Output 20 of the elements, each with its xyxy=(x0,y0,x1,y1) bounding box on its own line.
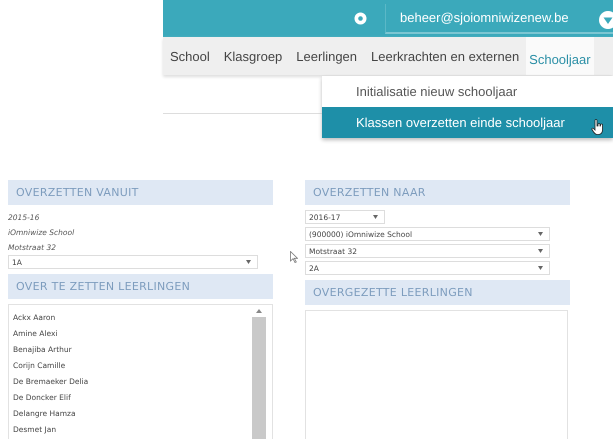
cursor-icon xyxy=(290,251,298,263)
section-header: OVERGEZETTE LEERLINGEN xyxy=(305,280,570,305)
scroll-up-icon[interactable] xyxy=(256,309,262,313)
settings-icon[interactable] xyxy=(354,12,367,25)
section-header: OVERZETTEN VANUIT xyxy=(8,180,273,205)
section-header: OVER TE ZETTEN LEERLINGEN xyxy=(8,274,273,299)
caret-icon xyxy=(538,249,543,253)
menu-item[interactable]: Klassen overzetten einde schooljaar xyxy=(322,107,613,138)
caret-icon xyxy=(246,260,251,264)
nav-tab[interactable]: Leerkrachten en externen xyxy=(364,37,526,75)
caret-icon xyxy=(538,266,543,270)
hand-cursor-icon xyxy=(591,119,604,135)
nav-tab[interactable]: Leerlingen xyxy=(289,37,364,75)
section-header: OVERZETTEN NAAR xyxy=(305,180,570,205)
nav-tab[interactable]: Klasgroep xyxy=(216,37,290,75)
caret-icon xyxy=(373,215,378,219)
nav-tab[interactable]: Schooljaar xyxy=(526,37,594,75)
caret-icon xyxy=(538,232,543,236)
nav-tab[interactable]: School xyxy=(163,37,217,75)
menu-item[interactable]: Initialisatie nieuw schooljaar xyxy=(322,76,613,107)
